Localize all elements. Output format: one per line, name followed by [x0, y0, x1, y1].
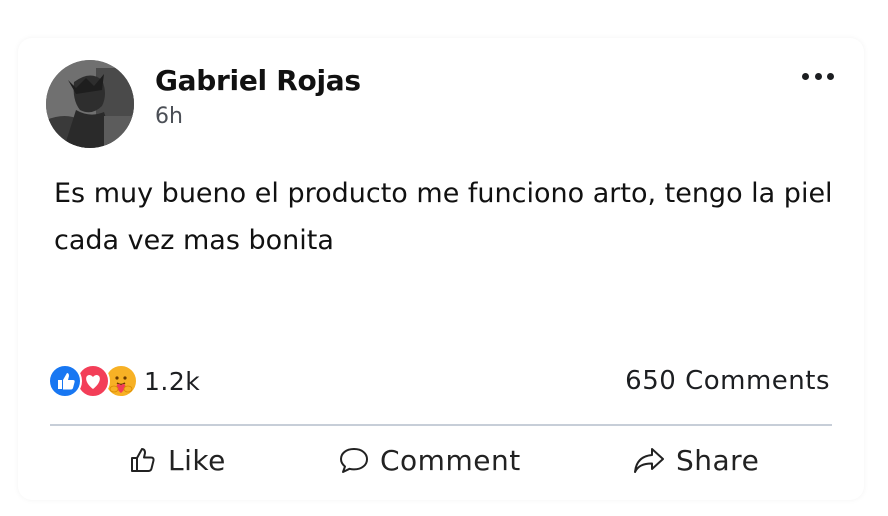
post-timestamp[interactable]: 6h	[155, 104, 183, 129]
share-arrow-icon	[634, 448, 664, 473]
comment-bubble-icon	[340, 448, 368, 473]
reactions-count[interactable]: 1.2k	[144, 367, 200, 396]
reactions-summary[interactable]: 1.2k	[48, 364, 200, 398]
like-label: Like	[168, 443, 226, 477]
post-text: Es muy bueno el producto me funciono art…	[54, 178, 833, 256]
avatar[interactable]	[46, 60, 134, 148]
share-button[interactable]: Share	[632, 436, 759, 484]
comments-count[interactable]: 650 Comments	[625, 366, 830, 396]
author-name[interactable]: Gabriel Rojas	[155, 64, 361, 97]
avatar-photo-icon	[46, 60, 134, 148]
divider	[50, 424, 832, 426]
more-dot	[802, 72, 809, 80]
more-options-icon[interactable]	[802, 66, 834, 86]
post-card	[18, 38, 864, 500]
share-label: Share	[676, 443, 760, 477]
more-dot	[827, 72, 834, 80]
like-reaction-icon	[48, 364, 82, 398]
action-bar: Like Comment Share	[50, 436, 832, 484]
comment-label: Comment	[380, 443, 521, 477]
more-dot	[814, 72, 822, 80]
thumbs-up-icon	[131, 448, 155, 472]
like-button[interactable]: Like	[128, 436, 226, 484]
comment-button[interactable]: Comment	[338, 436, 521, 484]
